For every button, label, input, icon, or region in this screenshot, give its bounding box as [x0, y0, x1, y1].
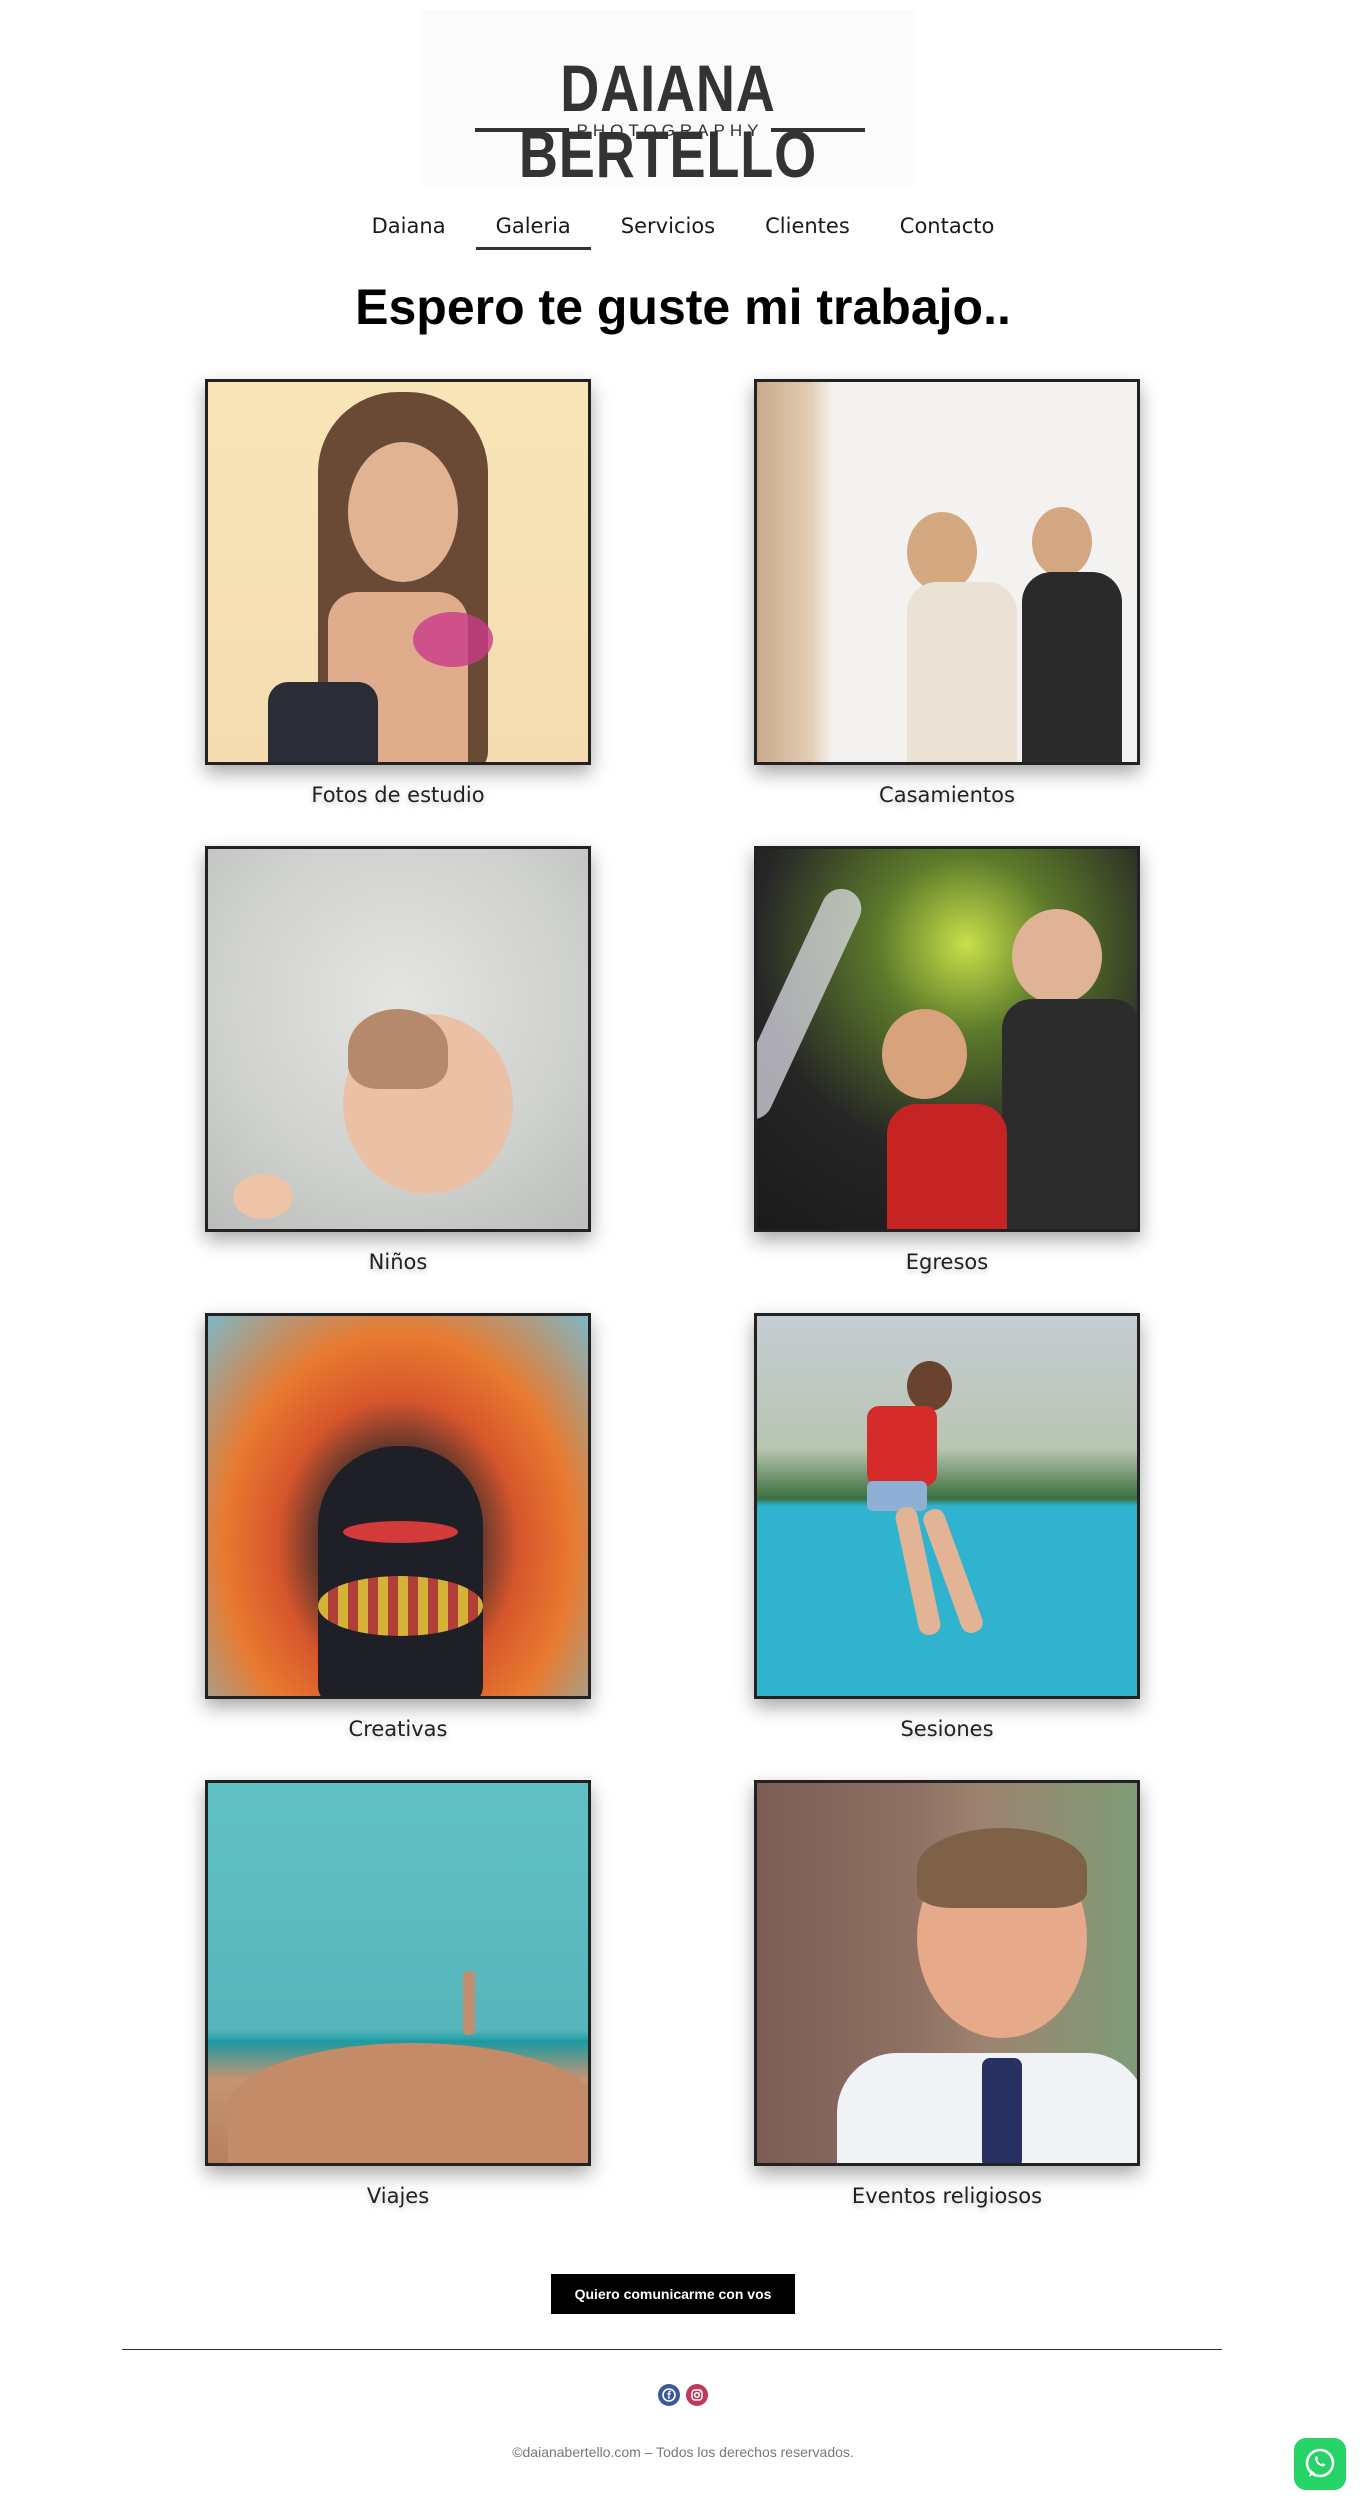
social-links [0, 2384, 1366, 2406]
logo-sub-text: PHOTOGRAPHY [576, 120, 764, 140]
gallery-card-viajes[interactable]: Viajes [205, 1780, 591, 2208]
contact-cta-button[interactable]: Quiero comunicarme con vos [551, 2274, 795, 2314]
gallery-photo[interactable] [205, 1313, 591, 1699]
instagram-icon[interactable] [686, 2384, 708, 2406]
gallery-card-eventos-religiosos[interactable]: Eventos religiosos [754, 1780, 1140, 2208]
gallery-card-casamientos[interactable]: Casamientos [754, 379, 1140, 807]
site-logo[interactable]: DAIANA BERTELLO PHOTOGRAPHY [420, 10, 916, 187]
main-nav: Daiana Galeria Servicios Clientes Contac… [0, 208, 1366, 250]
footer-divider [122, 2349, 1222, 2350]
gallery-photo[interactable] [754, 1780, 1140, 2166]
gallery-photo[interactable] [754, 846, 1140, 1232]
nav-item-daiana[interactable]: Daiana [352, 208, 466, 244]
gallery-card-creativas[interactable]: Creativas [205, 1313, 591, 1741]
facebook-icon[interactable] [658, 2384, 680, 2406]
nav-item-contacto[interactable]: Contacto [880, 208, 1015, 244]
gallery-card-sesiones[interactable]: Sesiones [754, 1313, 1140, 1741]
footer-copyright: ©daianabertello.com – Todos los derechos… [512, 2444, 854, 2460]
whatsapp-button[interactable] [1294, 2438, 1346, 2490]
nav-item-galeria[interactable]: Galeria [475, 208, 592, 250]
gallery-caption: Sesiones [900, 1717, 994, 1741]
gallery-caption: Casamientos [879, 783, 1015, 807]
gallery-card-ninos[interactable]: Niños [205, 846, 591, 1274]
gallery-caption: Niños [368, 1250, 428, 1274]
gallery-caption: Egresos [905, 1250, 989, 1274]
logo-rule-right [771, 128, 865, 132]
logo-rule-left [475, 128, 569, 132]
nav-item-clientes[interactable]: Clientes [745, 208, 870, 244]
gallery-caption: Viajes [366, 2184, 430, 2208]
gallery-caption: Eventos religiosos [851, 2184, 1043, 2208]
nav-item-servicios[interactable]: Servicios [601, 208, 735, 244]
gallery-photo[interactable] [205, 846, 591, 1232]
whatsapp-icon [1305, 2448, 1335, 2478]
gallery-photo[interactable] [754, 379, 1140, 765]
gallery-card-egresos[interactable]: Egresos [754, 846, 1140, 1274]
gallery-photo[interactable] [205, 379, 591, 765]
gallery-card-fotos-de-estudio[interactable]: Fotos de estudio [205, 379, 591, 807]
gallery-photo[interactable] [754, 1313, 1140, 1699]
gallery-caption: Fotos de estudio [311, 783, 485, 807]
gallery-photo[interactable] [205, 1780, 591, 2166]
gallery-caption: Creativas [348, 1717, 448, 1741]
page-title: Espero te guste mi trabajo.. [355, 279, 1011, 335]
